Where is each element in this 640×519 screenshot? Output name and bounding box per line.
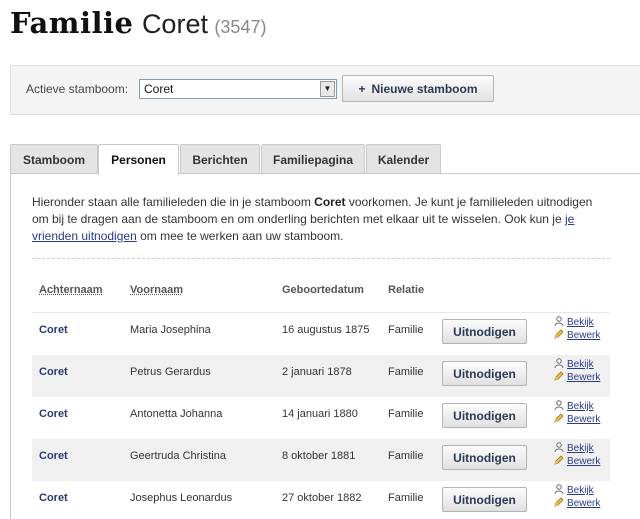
table-row: Coret Antonetta Johanna 14 januari 1880 … bbox=[32, 397, 610, 439]
view-link[interactable]: Bekijk bbox=[554, 484, 600, 497]
intro-text: Hieronder staan alle familieleden die in… bbox=[32, 194, 612, 245]
cell-firstname: Maria Josephina bbox=[130, 324, 211, 336]
edit-link[interactable]: Bewerk bbox=[554, 329, 600, 342]
tab-kalender[interactable]: Kalender bbox=[366, 144, 441, 174]
person-icon bbox=[554, 316, 564, 326]
cell-birthdate: 27 oktober 1882 bbox=[282, 492, 362, 504]
view-link[interactable]: Bekijk bbox=[554, 358, 600, 371]
row-actions: Bekijk Bewerk bbox=[554, 316, 600, 342]
invite-button[interactable]: Uitnodigen bbox=[442, 445, 527, 470]
row-actions: Bekijk Bewerk bbox=[554, 400, 600, 426]
person-icon bbox=[554, 358, 564, 368]
tab-personen[interactable]: Personen bbox=[98, 144, 179, 175]
view-link[interactable]: Bekijk bbox=[554, 442, 600, 455]
pencil-icon bbox=[554, 371, 564, 381]
cell-surname[interactable]: Coret bbox=[39, 324, 68, 336]
invite-button[interactable]: Uitnodigen bbox=[442, 403, 527, 428]
pencil-icon bbox=[554, 455, 564, 465]
table-row: Coret Maria Josephina 16 augustus 1875 F… bbox=[32, 313, 610, 355]
header-relation: Relatie bbox=[388, 284, 425, 296]
pencil-icon bbox=[554, 497, 564, 507]
edit-link[interactable]: Bewerk bbox=[554, 455, 600, 468]
tab-familiepagina[interactable]: Familiepagina bbox=[261, 144, 365, 174]
header-firstname[interactable]: Voornaam bbox=[130, 284, 183, 296]
header-surname[interactable]: Achternaam bbox=[39, 284, 103, 296]
cell-relation: Familie bbox=[388, 408, 424, 420]
intro-part1: Hieronder staan alle familieleden die in… bbox=[32, 195, 315, 209]
view-link-label[interactable]: Bekijk bbox=[567, 401, 594, 412]
edit-link-label[interactable]: Bewerk bbox=[567, 498, 600, 509]
view-link-label[interactable]: Bekijk bbox=[567, 317, 594, 328]
table-row: Coret Geertruda Christina 8 oktober 1881… bbox=[32, 439, 610, 481]
cell-birthdate: 2 januari 1878 bbox=[282, 366, 352, 378]
cell-firstname: Antonetta Johanna bbox=[130, 408, 223, 420]
page-title: Familie Coret (3547) bbox=[10, 6, 266, 40]
tab-stamboom[interactable]: Stamboom bbox=[10, 144, 98, 174]
cell-surname[interactable]: Coret bbox=[39, 408, 68, 420]
cell-birthdate: 14 januari 1880 bbox=[282, 408, 358, 420]
invite-button[interactable]: Uitnodigen bbox=[442, 319, 527, 344]
member-count: (3547) bbox=[214, 17, 267, 37]
pencil-icon bbox=[554, 329, 564, 339]
person-icon bbox=[554, 400, 564, 410]
view-link-label[interactable]: Bekijk bbox=[567, 443, 594, 454]
row-actions: Bekijk Bewerk bbox=[554, 442, 600, 468]
person-icon bbox=[554, 484, 564, 494]
active-tree-select[interactable]: Coret ▼ bbox=[139, 79, 337, 99]
view-link[interactable]: Bekijk bbox=[554, 316, 600, 329]
chevron-down-icon[interactable]: ▼ bbox=[320, 81, 335, 97]
row-actions: Bekijk Bewerk bbox=[554, 358, 600, 384]
title-family-word: Familie bbox=[10, 6, 134, 40]
edit-link-label[interactable]: Bewerk bbox=[567, 372, 600, 383]
view-link-label[interactable]: Bekijk bbox=[567, 359, 594, 370]
edit-link[interactable]: Bewerk bbox=[554, 497, 600, 510]
cell-birthdate: 16 augustus 1875 bbox=[282, 324, 370, 336]
invite-button[interactable]: Uitnodigen bbox=[442, 361, 527, 386]
active-tree-bar: Actieve stamboom: Coret ▼ + Nieuwe stambo… bbox=[10, 65, 640, 115]
new-tree-button[interactable]: + Nieuwe stamboom bbox=[342, 75, 494, 102]
person-icon bbox=[554, 442, 564, 452]
plus-icon: + bbox=[358, 82, 366, 96]
divider bbox=[32, 258, 610, 259]
intro-tree-name: Coret bbox=[314, 195, 346, 209]
invite-button[interactable]: Uitnodigen bbox=[442, 487, 527, 512]
pencil-icon bbox=[554, 413, 564, 423]
row-actions: Bekijk Bewerk bbox=[554, 484, 600, 510]
cell-relation: Familie bbox=[388, 366, 424, 378]
view-link-label[interactable]: Bekijk bbox=[567, 485, 594, 496]
edit-link-label[interactable]: Bewerk bbox=[567, 330, 600, 341]
cell-surname[interactable]: Coret bbox=[39, 492, 68, 504]
active-tree-label: Actieve stamboom: bbox=[26, 82, 129, 96]
cell-relation: Familie bbox=[388, 450, 424, 462]
header-birthdate: Geboortedatum bbox=[282, 284, 364, 296]
cell-firstname: Josephus Leonardus bbox=[130, 492, 233, 504]
active-tree-value: Coret bbox=[144, 82, 174, 96]
table-row: Coret Petrus Gerardus 2 januari 1878 Fam… bbox=[32, 355, 610, 397]
persons-panel: Hieronder staan alle familieleden die in… bbox=[10, 173, 640, 519]
cell-firstname: Petrus Gerardus bbox=[130, 366, 211, 378]
edit-link-label[interactable]: Bewerk bbox=[567, 456, 600, 467]
edit-link[interactable]: Bewerk bbox=[554, 413, 600, 426]
new-tree-label: Nieuwe stamboom bbox=[371, 82, 478, 96]
cell-surname[interactable]: Coret bbox=[39, 366, 68, 378]
tab-berichten[interactable]: Berichten bbox=[180, 144, 260, 174]
view-link[interactable]: Bekijk bbox=[554, 400, 600, 413]
title-family-name: Coret bbox=[141, 9, 208, 39]
edit-link[interactable]: Bewerk bbox=[554, 371, 600, 384]
cell-firstname: Geertruda Christina bbox=[130, 450, 226, 462]
cell-birthdate: 8 oktober 1881 bbox=[282, 450, 356, 462]
intro-part3: om mee te werken aan uw stamboom. bbox=[136, 229, 344, 243]
table-row: Coret Josephus Leonardus 27 oktober 1882… bbox=[32, 481, 610, 519]
cell-relation: Familie bbox=[388, 324, 424, 336]
cell-relation: Familie bbox=[388, 492, 424, 504]
cell-surname[interactable]: Coret bbox=[39, 450, 68, 462]
edit-link-label[interactable]: Bewerk bbox=[567, 414, 600, 425]
